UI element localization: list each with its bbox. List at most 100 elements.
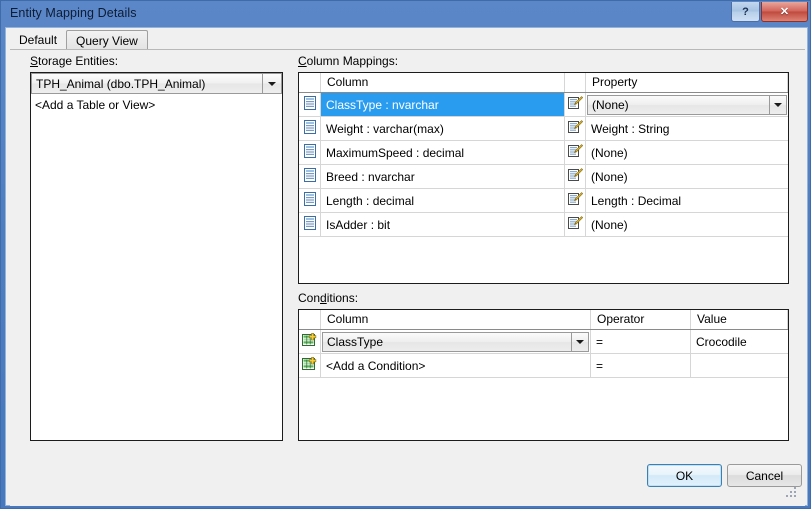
tab-query-view-label: Query View [76, 34, 138, 48]
conditions-label-text: itions: [326, 291, 359, 305]
column-mappings-property-cell[interactable]: (None) [586, 141, 788, 164]
conditions-grid[interactable]: Column Operator Value ClassType = Crocodil… [298, 309, 789, 441]
column-mappings-property-gutter [565, 165, 586, 188]
conditions-row-gutter [299, 354, 321, 377]
column-mappings-property-cell[interactable]: (None) [586, 213, 788, 236]
column-mappings-property-cell[interactable]: (None) [586, 165, 788, 188]
column-mappings-grid[interactable]: Column Property ClassType : nvarchar (Non… [298, 72, 789, 284]
column-mappings-row[interactable]: Length : decimal Length : Decimal [299, 189, 788, 213]
table-column-icon [303, 144, 317, 161]
column-mappings-header-row: Column Property [299, 73, 788, 93]
table-column-icon [303, 120, 317, 137]
column-mappings-body: ClassType : nvarchar (None) Weight : varch… [299, 93, 788, 237]
question-mark-icon: ? [742, 5, 749, 18]
conditions-header-gutter [299, 310, 321, 329]
dialog-client-area: Default Query View Storage Entities: TPH… [5, 27, 808, 506]
property-edit-icon [567, 120, 583, 137]
conditions-row-gutter [299, 330, 321, 353]
column-mappings-property-gutter [565, 117, 586, 140]
column-mappings-header-property: Property [586, 73, 788, 92]
condition-table-icon [302, 333, 317, 350]
chevron-down-icon[interactable] [571, 332, 588, 351]
property-combobox-value: (None) [592, 97, 629, 112]
tab-query-view[interactable]: Query View [66, 30, 148, 50]
property-edit-icon [567, 96, 583, 113]
column-mappings-row-gutter [299, 189, 321, 212]
column-mappings-property-cell[interactable]: (None) [586, 93, 788, 116]
table-column-icon [303, 216, 317, 233]
column-mappings-row[interactable]: Breed : nvarchar (None) [299, 165, 788, 189]
help-button[interactable]: ? [731, 2, 760, 22]
conditions-accel: d [320, 291, 327, 305]
table-column-icon [303, 192, 317, 209]
column-mappings-accel: C [298, 54, 307, 68]
table-column-icon [303, 96, 317, 113]
property-edit-icon [567, 192, 583, 209]
conditions-header-row: Column Operator Value [299, 310, 788, 330]
conditions-header-operator: Operator [591, 310, 691, 329]
column-mappings-property-gutter [565, 141, 586, 164]
storage-entity-combobox[interactable]: TPH_Animal (dbo.TPH_Animal) [31, 73, 282, 94]
storage-entities-panel: TPH_Animal (dbo.TPH_Animal) <Add a Table… [30, 72, 283, 441]
column-mappings-row[interactable]: ClassType : nvarchar (None) [299, 93, 788, 117]
column-mappings-header-icon [565, 73, 586, 92]
column-mappings-label: Column Mappings: [298, 54, 398, 68]
column-mappings-row[interactable]: Weight : varchar(max) Weight : String [299, 117, 788, 141]
conditions-value-cell[interactable] [691, 354, 788, 377]
ok-button[interactable]: OK [647, 464, 722, 487]
column-mappings-row-gutter [299, 117, 321, 140]
close-icon: ✕ [779, 6, 790, 18]
column-mappings-column-cell[interactable]: Breed : nvarchar [321, 165, 565, 188]
column-mappings-row-gutter [299, 93, 321, 116]
condition-column-combobox[interactable]: ClassType [322, 331, 589, 352]
close-button[interactable]: ✕ [761, 2, 808, 22]
column-mappings-header-gutter [299, 73, 321, 92]
dialog-window: Entity Mapping Details ? ✕ Default Query… [0, 0, 811, 509]
column-mappings-column-cell[interactable]: Length : decimal [321, 189, 565, 212]
chevron-down-icon[interactable] [262, 74, 281, 93]
property-edit-icon [567, 168, 583, 185]
conditions-operator-cell[interactable]: = [591, 330, 691, 353]
conditions-row[interactable]: <Add a Condition> = [299, 354, 788, 378]
conditions-label: Conditions: [298, 291, 358, 305]
property-edit-icon [567, 216, 583, 233]
column-mappings-column-cell[interactable]: ClassType : nvarchar [321, 93, 565, 116]
tab-default[interactable]: Default [10, 29, 67, 50]
chevron-down-icon[interactable] [769, 95, 786, 114]
column-mappings-row-gutter [299, 213, 321, 236]
tab-strip: Default Query View [10, 29, 148, 50]
column-mappings-property-gutter [565, 93, 586, 116]
property-combobox[interactable]: (None) [587, 94, 787, 115]
column-mappings-row-gutter [299, 165, 321, 188]
titlebar-buttons: ? ✕ [731, 2, 808, 22]
column-mappings-column-cell[interactable]: MaximumSpeed : decimal [321, 141, 565, 164]
add-table-or-view-item[interactable]: <Add a Table or View> [35, 98, 155, 112]
conditions-row[interactable]: ClassType = Crocodile [299, 330, 788, 354]
column-mappings-property-gutter [565, 213, 586, 236]
condition-column-value: ClassType [327, 334, 384, 349]
tab-page-default: Storage Entities: TPH_Animal (dbo.TPH_An… [10, 50, 805, 506]
conditions-column-cell[interactable]: <Add a Condition> [321, 354, 591, 377]
title-bar: Entity Mapping Details ? ✕ [1, 1, 811, 27]
column-mappings-property-cell[interactable]: Weight : String [586, 117, 788, 140]
column-mappings-property-cell[interactable]: Length : Decimal [586, 189, 788, 212]
resize-grip-icon[interactable] [786, 487, 798, 499]
conditions-label-pre: Con [298, 291, 321, 305]
column-mappings-row-gutter [299, 141, 321, 164]
column-mappings-header-column: Column [321, 73, 565, 92]
tab-default-label: Default [19, 33, 58, 47]
storage-entities-accel: S [30, 54, 39, 68]
conditions-column-cell[interactable]: ClassType [321, 330, 591, 353]
conditions-header-column: Column [321, 310, 591, 329]
conditions-body: ClassType = Crocodile <Add a Condition> = [299, 330, 788, 378]
column-mappings-row[interactable]: IsAdder : bit (None) [299, 213, 788, 237]
conditions-operator-cell[interactable]: = [591, 354, 691, 377]
column-mappings-property-gutter [565, 189, 586, 212]
column-mappings-row[interactable]: MaximumSpeed : decimal (None) [299, 141, 788, 165]
cancel-button[interactable]: Cancel [727, 464, 802, 487]
conditions-header-value: Value [691, 310, 788, 329]
condition-table-icon [302, 357, 317, 374]
column-mappings-column-cell[interactable]: Weight : varchar(max) [321, 117, 565, 140]
conditions-value-cell[interactable]: Crocodile [691, 330, 788, 353]
column-mappings-column-cell[interactable]: IsAdder : bit [321, 213, 565, 236]
